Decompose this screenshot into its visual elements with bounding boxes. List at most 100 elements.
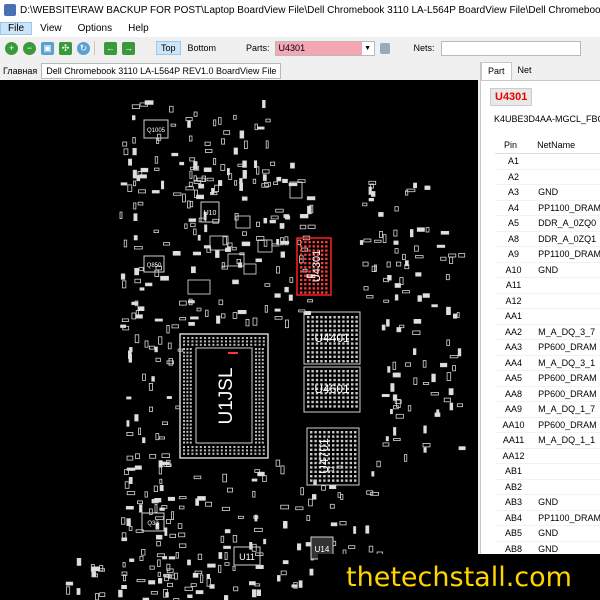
table-row[interactable]: A5 DDR_A_0ZQ0: [495, 215, 600, 232]
table-row[interactable]: A12: [495, 293, 600, 309]
table-row[interactable]: AA2 M_A_DQ_3_7: [495, 324, 600, 340]
table-row[interactable]: AB1: [495, 463, 600, 480]
parts-value: U4301: [278, 43, 306, 53]
net-cell: [536, 169, 600, 185]
menu-options[interactable]: Options: [70, 22, 120, 35]
pin-cell: AA11: [495, 432, 537, 449]
toolbar: + − ▣ ✣ ↻ ← → Top Bottom Parts: U4301 ▼ …: [0, 37, 600, 59]
bottom-layer-button[interactable]: Bottom: [184, 42, 221, 54]
table-row[interactable]: A11: [495, 277, 600, 294]
document-tab-row: Главная Dell Chromebook 3110 LA-L564P RE…: [0, 62, 480, 80]
selected-part-badge: U4301: [490, 88, 533, 106]
arrow-left-icon[interactable]: ←: [104, 41, 117, 55]
net-cell: GND: [536, 525, 600, 542]
zoom-out-icon[interactable]: −: [23, 41, 36, 55]
table-row[interactable]: AA9 M_A_DQ_1_7: [495, 401, 600, 418]
clear-icon[interactable]: [379, 42, 390, 54]
tab-net[interactable]: Net: [512, 62, 538, 80]
nets-label: Nets:: [413, 43, 435, 53]
u11-label: U11: [239, 552, 255, 562]
fit-view-icon[interactable]: ▣: [41, 41, 54, 55]
table-row[interactable]: A1: [495, 153, 600, 170]
net-cell: PP600_DRAM: [536, 370, 600, 387]
pin-cell: AB1: [495, 463, 537, 480]
net-cell: [536, 448, 600, 464]
table-row[interactable]: AA12: [495, 448, 600, 464]
pin-cell: A8: [495, 231, 537, 247]
net-cell: M_A_DQ_3_7: [536, 324, 600, 340]
expand-icon[interactable]: ✣: [59, 41, 72, 55]
pin-cell: A12: [495, 293, 537, 309]
part-number: K4UBE3D4AA-MGCL_FBG: [494, 114, 600, 124]
table-row[interactable]: A8 DDR_A_0ZQ1: [495, 231, 600, 247]
nets-search-input[interactable]: [440, 40, 581, 56]
parts-label: Parts:: [246, 43, 270, 53]
menu-view[interactable]: View: [32, 22, 70, 35]
menu-help[interactable]: Help: [120, 22, 157, 35]
table-row[interactable]: A3 GND: [495, 184, 600, 201]
top-layer-button[interactable]: Top: [156, 41, 181, 55]
window-title: D:\WEBSITE\RAW BACKUP FOR POST\Laptop Bo…: [20, 4, 600, 16]
net-cell: DDR_A_0ZQ0: [536, 215, 600, 232]
table-row[interactable]: AB4 PP1100_DRAM: [495, 510, 600, 526]
pin-cell: AA3: [495, 339, 537, 356]
pin-cell: AA8: [495, 386, 537, 402]
table-row[interactable]: A10 GND: [495, 262, 600, 278]
u4601-label: U4601: [314, 382, 350, 396]
pin-cell: AB3: [495, 494, 537, 511]
col-pin[interactable]: Pin: [495, 136, 537, 154]
chevron-down-icon[interactable]: ▼: [361, 41, 374, 55]
table-row[interactable]: AB5 GND: [495, 525, 600, 542]
col-netname[interactable]: NetName: [536, 136, 600, 154]
table-row[interactable]: AA1: [495, 308, 600, 325]
net-cell: [536, 153, 600, 170]
table-row[interactable]: A4 PP1100_DRAM: [495, 200, 600, 216]
tab-boardview-file[interactable]: Dell Chromebook 3110 LA-L564P REV1.0 Boa…: [41, 63, 282, 79]
net-cell: M_A_DQ_3_1: [536, 355, 600, 371]
tab-part[interactable]: Part: [481, 62, 512, 80]
pin-cell: A4: [495, 200, 537, 216]
title-bar: D:\WEBSITE\RAW BACKUP FOR POST\Laptop Bo…: [0, 0, 600, 20]
parts-search-input[interactable]: U4301 ▼: [274, 40, 375, 56]
table-row[interactable]: AA11 M_A_DQ_1_1: [495, 432, 600, 449]
pin-cell: A9: [495, 246, 537, 263]
panel-tabs: Part Net: [481, 62, 600, 81]
pin-cell: A3: [495, 184, 537, 201]
home-label: Главная: [3, 66, 38, 76]
board-canvas[interactable]: U4301 U4401 U4601 U4701 U1JSL U11 U14 U1…: [0, 80, 478, 600]
pin-table-header: Pin NetName: [495, 136, 600, 154]
board-graphic[interactable]: U4301 U4401 U4601 U4701 U1JSL U11 U14 U1…: [0, 80, 478, 600]
net-cell: GND: [536, 494, 600, 511]
net-cell: PP1100_DRAM: [536, 510, 600, 526]
net-cell: DDR_A_0ZQ1: [536, 231, 600, 247]
pin-cell: AA4: [495, 355, 537, 371]
pin-cell: AA2: [495, 324, 537, 340]
table-row[interactable]: A2: [495, 169, 600, 185]
table-row[interactable]: AA8 PP600_DRAM: [495, 386, 600, 402]
app-icon: [4, 4, 16, 16]
u10-label: U10: [204, 210, 217, 217]
net-cell: [536, 479, 600, 495]
net-cell: GND: [536, 262, 600, 278]
net-cell: [536, 277, 600, 294]
net-cell: PP1100_DRAM: [536, 246, 600, 263]
pin-cell: AB5: [495, 525, 537, 542]
table-row[interactable]: AA10 PP600_DRAM: [495, 417, 600, 433]
rotate-icon[interactable]: ↻: [77, 41, 90, 55]
table-row[interactable]: AA5 PP600_DRAM: [495, 370, 600, 387]
pin-cell: AB2: [495, 479, 537, 495]
net-cell: PP600_DRAM: [536, 339, 600, 356]
arrow-right-icon[interactable]: →: [122, 41, 135, 55]
table-row[interactable]: AB2: [495, 479, 600, 495]
net-cell: GND: [536, 184, 600, 201]
table-row[interactable]: AB3 GND: [495, 494, 600, 511]
menu-file[interactable]: File: [0, 22, 33, 35]
table-row[interactable]: AA4 M_A_DQ_3_1: [495, 355, 600, 371]
table-row[interactable]: AA3 PP600_DRAM: [495, 339, 600, 356]
q1005-label: Q1005: [147, 128, 166, 134]
net-cell: M_A_DQ_1_1: [536, 432, 600, 449]
zoom-in-icon[interactable]: +: [5, 41, 18, 55]
pin-cell: A5: [495, 215, 537, 232]
pin-cell: AA5: [495, 370, 537, 387]
table-row[interactable]: A9 PP1100_DRAM: [495, 246, 600, 263]
